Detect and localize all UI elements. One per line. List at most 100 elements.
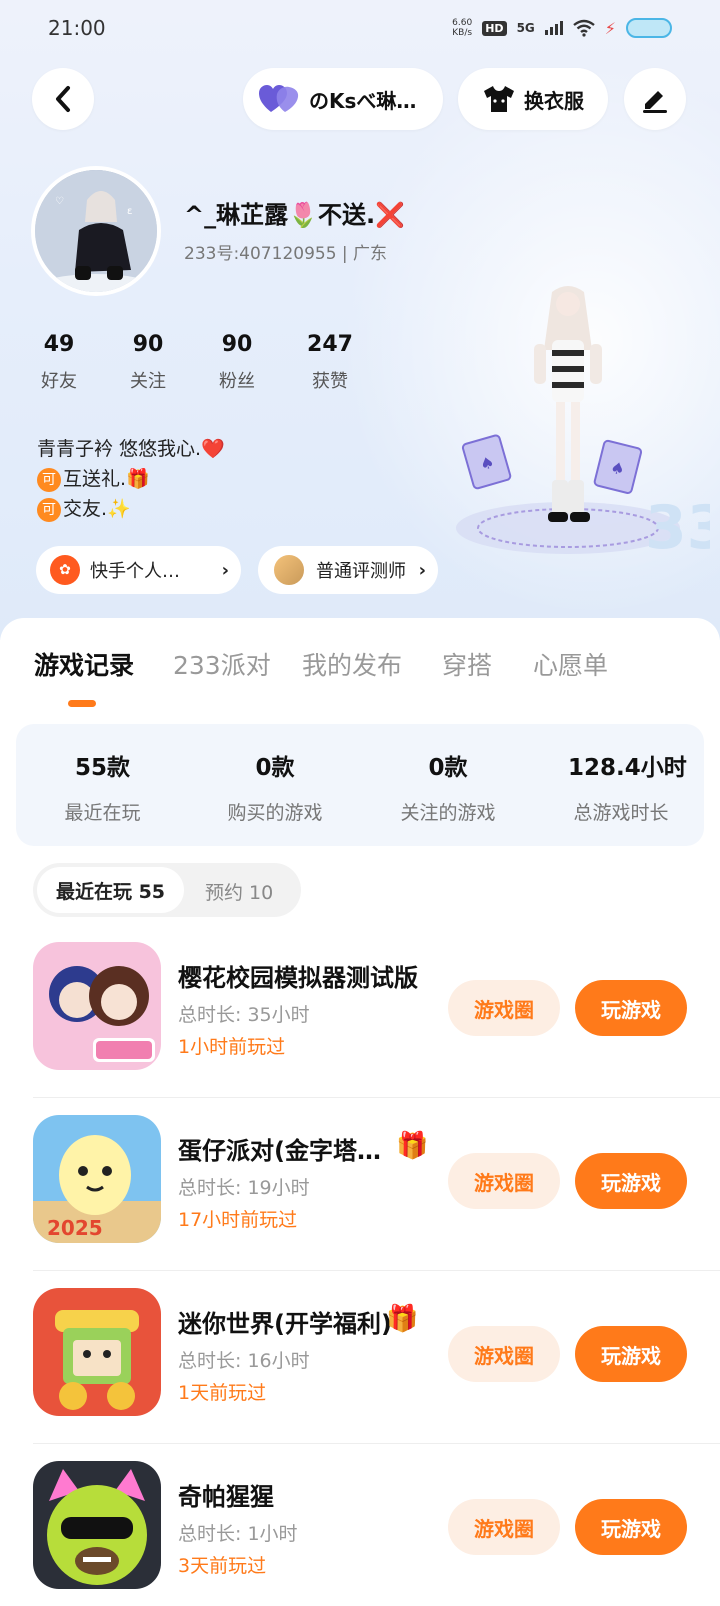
svg-text:33: 33 [645, 493, 710, 563]
bio-text: 交友.✨ [63, 498, 131, 520]
couple-button[interactable]: のKsべ琳… [243, 68, 443, 130]
play-game-button[interactable]: 玩游戏 [575, 1326, 687, 1382]
evaluator-label: 普通评测师 [316, 561, 406, 582]
chevron-left-icon [56, 86, 70, 112]
stat-value: 49 [43, 332, 75, 357]
stat-friends[interactable]: 49 好友 [19, 332, 99, 393]
tab-my-posts[interactable]: 我的发布 [302, 646, 402, 682]
tab-outfits[interactable]: 穿搭 [442, 646, 492, 682]
chevron-right-icon: › [418, 559, 426, 581]
charging-icon: ⚡ [604, 18, 616, 38]
avatar[interactable]: ♡ ε [31, 166, 161, 296]
bio-text: 互送礼.🎁 [63, 468, 150, 490]
tab-233-party[interactable]: 233派对 [173, 646, 271, 682]
kuaishou-profile-pill[interactable]: ✿ 快手个人… › [36, 546, 241, 594]
stat-label: 获赞 [312, 371, 348, 392]
tab-wishlist[interactable]: 心愿单 [533, 646, 608, 682]
gift-icon: 🎁 [396, 1131, 429, 1161]
summary-value: 128.4小时 [568, 755, 687, 781]
svg-text:ε: ε [127, 206, 132, 217]
back-button[interactable] [32, 68, 94, 130]
summary-total-time[interactable]: 128.4小时 总游戏时长 [568, 748, 687, 825]
bio-tag-icon: 可 [37, 497, 61, 522]
avatar-3d-character[interactable]: 33 ♠ ♠ [440, 280, 720, 600]
summary-value: 0款 [255, 755, 295, 781]
segment-recent-playing[interactable]: 最近在玩 55 [37, 867, 184, 913]
game-last-played: 1天前玩过 [178, 1382, 267, 1404]
list-item[interactable]: 樱花校园模拟器测试版 总时长: 35小时 1小时前玩过 游戏圈 玩游戏 [0, 922, 720, 1098]
game-name: 樱花校园模拟器测试版 [178, 964, 418, 992]
list-item[interactable]: 奇帕猩猩 总时长: 1小时 3天前玩过 游戏圈 玩游戏 [0, 1441, 720, 1606]
tab-game-records[interactable]: 游戏记录 [34, 646, 134, 682]
game-circle-button[interactable]: 游戏圈 [448, 980, 560, 1036]
svg-text:♡: ♡ [55, 196, 64, 207]
stat-label: 好友 [41, 371, 77, 392]
play-game-button[interactable]: 玩游戏 [575, 980, 687, 1036]
game-last-played: 1小时前玩过 [178, 1036, 286, 1058]
summary-recent[interactable]: 55款 最近在玩 [60, 748, 145, 825]
hd-icon: HD [482, 20, 507, 36]
sakura-school-icon [33, 942, 161, 1070]
stat-label: 关注 [130, 371, 166, 392]
summary-label: 购买的游戏 [227, 802, 323, 824]
nickname: ^_琳芷露🌷不送.❌ [184, 201, 405, 229]
user-id-location: 233号:407120955 | 广东 [184, 244, 388, 264]
tshirt-icon [484, 86, 514, 112]
net-speed-unit: KB/s [452, 28, 473, 38]
game-last-played: 3天前玩过 [178, 1555, 267, 1577]
change-outfit-label: 换衣服 [524, 88, 584, 113]
bio-tag-icon: 可 [37, 467, 61, 492]
net-speed: 6.60 KB/s [452, 18, 472, 38]
play-game-button[interactable]: 玩游戏 [575, 1153, 687, 1209]
stat-fans[interactable]: 90 粉丝 [197, 332, 277, 393]
pencil-icon [643, 91, 667, 113]
game-circle-button[interactable]: 游戏圈 [448, 1326, 560, 1382]
chevron-right-icon: › [221, 559, 229, 581]
stat-value: 90 [221, 332, 253, 357]
edit-button[interactable] [624, 68, 686, 130]
kuaishou-label: 快手个人… [90, 561, 180, 582]
bio-line: 青青子衿 悠悠我心.❤️ [37, 438, 225, 460]
gift-icon: 🎁 [386, 1304, 419, 1334]
summary-value: 55款 [74, 755, 130, 781]
bio-line: 可互送礼.🎁 [37, 464, 225, 494]
game-circle-button[interactable]: 游戏圈 [448, 1153, 560, 1209]
summary-value: 0款 [428, 755, 468, 781]
couple-label: のKsべ琳… [309, 88, 417, 113]
stat-value: 247 [307, 332, 353, 357]
game-name: 奇帕猩猩 [178, 1483, 274, 1511]
game-total-time: 总时长: 16小时 [178, 1350, 310, 1372]
tab-indicator [68, 700, 96, 707]
game-name: 蛋仔派对(金字塔… [178, 1137, 381, 1165]
summary-purchased[interactable]: 0款 购买的游戏 [222, 748, 328, 825]
battery-icon [626, 18, 672, 38]
list-item[interactable]: 迷你世界(开学福利) 🎁 总时长: 16小时 1天前玩过 游戏圈 玩游戏 [0, 1268, 720, 1444]
mini-world-icon [33, 1288, 161, 1416]
game-total-time: 总时长: 19小时 [178, 1177, 310, 1199]
stat-likes[interactable]: 247 获赞 [290, 332, 370, 393]
status-time: 21:00 [48, 16, 106, 40]
list-item[interactable]: 2025 蛋仔派对(金字塔… 🎁 总时长: 19小时 17小时前玩过 游戏圈 玩… [0, 1095, 720, 1271]
play-game-button[interactable]: 玩游戏 [575, 1499, 687, 1555]
wifi-icon [573, 19, 595, 37]
summary-followed[interactable]: 0款 关注的游戏 [395, 748, 501, 825]
summary-label: 最近在玩 [64, 802, 141, 824]
stat-value: 90 [132, 332, 164, 357]
summary-label: 总游戏时长 [573, 802, 669, 824]
game-circle-button[interactable]: 游戏圈 [448, 1499, 560, 1555]
game-last-played: 17小时前玩过 [178, 1209, 298, 1231]
heart-icon [259, 85, 299, 112]
eggy-party-icon: 2025 [33, 1115, 161, 1243]
evaluator-badge-icon [272, 553, 306, 587]
bio: 青青子衿 悠悠我心.❤️ 可互送礼.🎁 可交友.✨ [37, 434, 225, 524]
stat-label: 粉丝 [219, 371, 255, 392]
stat-following[interactable]: 90 关注 [108, 332, 188, 393]
network-5g-icon: 5G [516, 21, 535, 35]
game-name: 迷你世界(开学福利) [178, 1310, 392, 1338]
evaluator-pill[interactable]: 普通评测师 › [258, 546, 438, 594]
kuaishou-icon: ✿ [50, 555, 80, 585]
segment-reserved[interactable]: 预约 10 [205, 878, 273, 905]
net-speed-value: 6.60 [452, 18, 473, 28]
change-outfit-button[interactable]: 换衣服 [458, 68, 608, 130]
qipa-monkey-icon [33, 1461, 161, 1589]
